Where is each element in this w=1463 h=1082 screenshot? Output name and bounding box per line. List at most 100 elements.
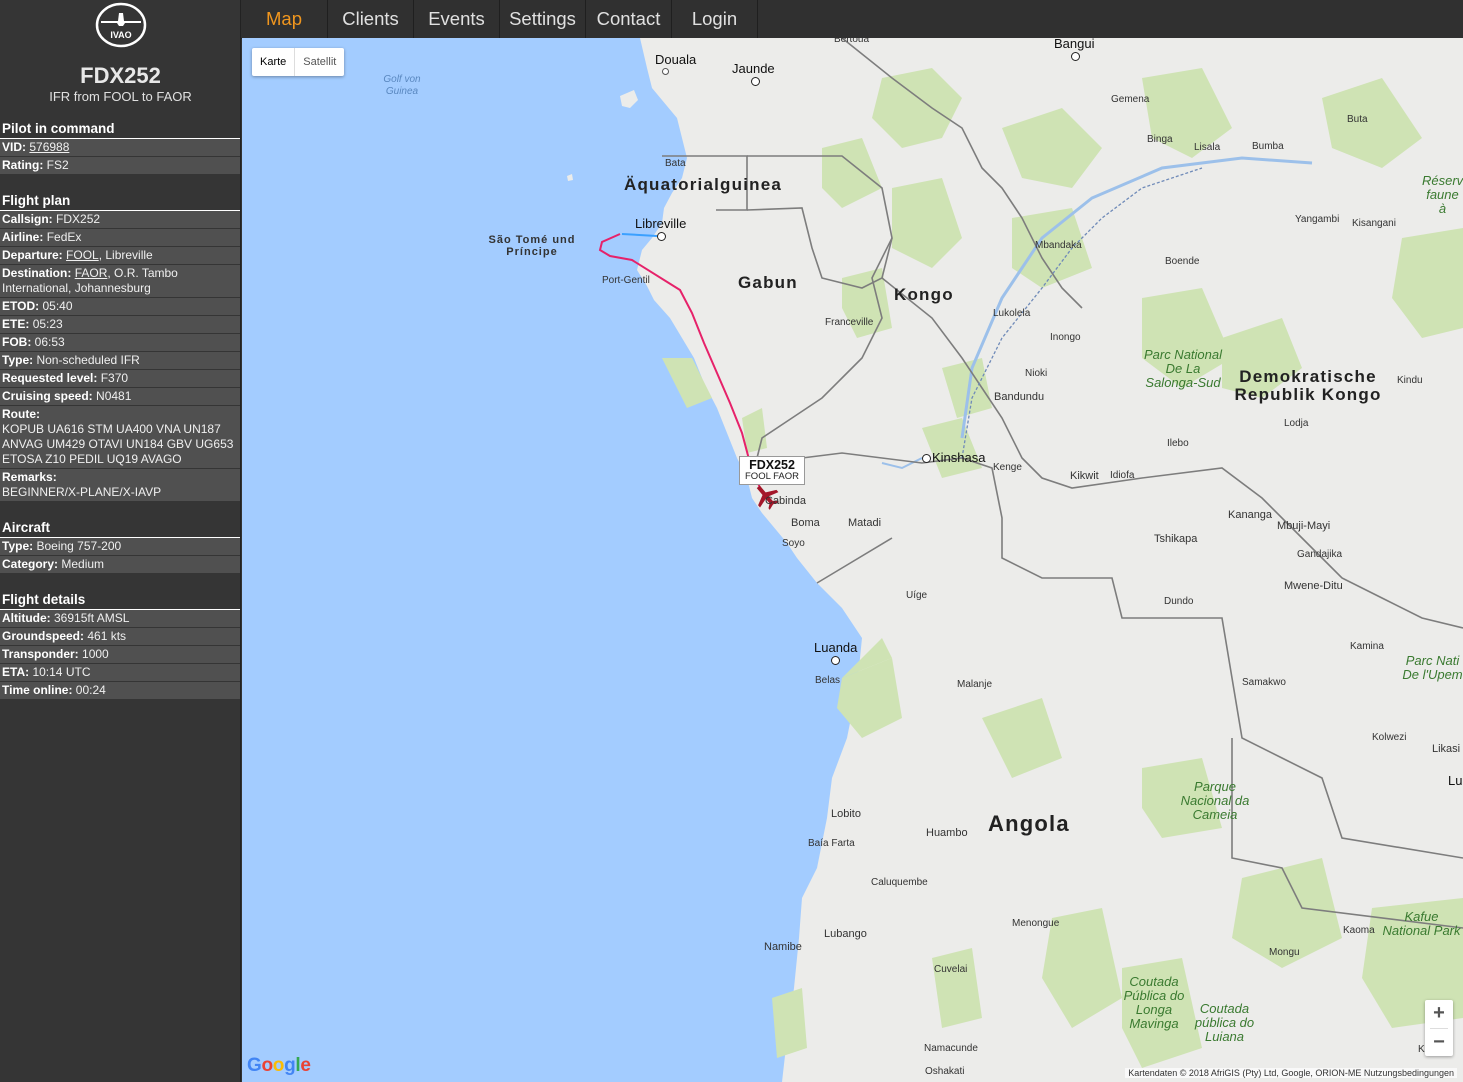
map-label: Gemena — [1111, 94, 1150, 105]
flight-subtitle: IFR from FOOL to FAOR — [49, 89, 192, 104]
tab-settings[interactable]: Settings — [500, 0, 586, 38]
map-canvas[interactable]: Karte Satellit Bertoua Bangui Douala Jau… — [242, 38, 1463, 1082]
fp-etod-row: ETOD: 05:40 — [0, 298, 240, 316]
map-type-toggle: Karte Satellit — [252, 48, 345, 76]
destination-link[interactable]: FAOR — [75, 266, 108, 280]
fp-speed-row: Cruising speed: N0481 — [0, 388, 240, 406]
transponder-row: Transponder: 1000 — [0, 646, 240, 664]
map-label: Mbandaka — [1035, 240, 1082, 251]
map-label: Bertoua — [834, 38, 870, 45]
map-label: Douala — [655, 52, 697, 67]
map-label: Bandundu — [994, 391, 1045, 403]
zoom-control: + − — [1425, 1000, 1453, 1056]
map-label: Kenge — [993, 462, 1022, 473]
section-heading: Flight details — [0, 591, 240, 610]
fp-airline-row: Airline: FedEx — [0, 229, 240, 247]
map-label: Boma — [791, 517, 820, 529]
fp-remarks-row: Remarks: BEGINNER/X-PLANE/X-IAVP — [0, 469, 240, 502]
country-label: Gabun — [738, 273, 798, 292]
map-label: Mwene-Ditu — [1284, 580, 1343, 592]
tab-contact[interactable]: Contact — [586, 0, 672, 38]
tab-login[interactable]: Login — [672, 0, 758, 38]
map-label: Buta — [1347, 114, 1368, 125]
map-label: Cuvelai — [934, 964, 968, 975]
zoom-out-button[interactable]: − — [1425, 1029, 1453, 1057]
svg-text:IVAO: IVAO — [110, 30, 131, 40]
map-label: Parc National De La Salonga-Sud — [1143, 347, 1223, 390]
tab-map[interactable]: Map — [241, 0, 328, 38]
map-label: Soyo — [782, 538, 805, 549]
country-label: Kongo — [894, 285, 954, 304]
map-label: Port-Gentil — [602, 275, 650, 286]
fp-departure-row: Departure: FOOL, Libreville — [0, 247, 240, 265]
map-label: Kafue National Park — [1382, 910, 1461, 938]
map-label: Malanje — [957, 679, 993, 690]
tab-events[interactable]: Events — [414, 0, 500, 38]
map-label: Kaoma — [1343, 925, 1375, 936]
groundspeed-row: Groundspeed: 461 kts — [0, 628, 240, 646]
flight-label[interactable]: FDX252 FOOL FAOR — [739, 456, 806, 485]
map-label: Lodja — [1284, 418, 1309, 429]
map-label: Réserv faune à — [1422, 174, 1463, 216]
map-attribution[interactable]: Kartendaten © 2018 AfriGIS (Pty) Ltd, Go… — [1125, 1068, 1457, 1078]
map-type-karte-button[interactable]: Karte — [252, 48, 294, 76]
zoom-in-button[interactable]: + — [1425, 1000, 1453, 1028]
map-label: Inongo — [1050, 332, 1081, 343]
map-label: Lu — [1448, 773, 1463, 788]
map-label: Lobito — [831, 808, 861, 820]
aircraft-section: Aircraft Type: Boeing 757-200 Category: … — [0, 519, 240, 574]
details-section: Flight details Altitude: 36915ft AMSL Gr… — [0, 591, 240, 700]
map-label: Namacunde — [924, 1043, 978, 1054]
map-label: Kinshasa — [932, 450, 986, 465]
fp-callsign-row: Callsign: FDX252 — [0, 211, 240, 229]
map-label: Golf von Guinea — [383, 74, 421, 97]
callsign-title: FDX252 — [80, 63, 161, 88]
map-label: Jaunde — [732, 61, 775, 76]
map-label: Parc Nati De l'Upem — [1402, 654, 1463, 682]
fp-ete-row: ETE: 05:23 — [0, 316, 240, 334]
vid-row: VID: 576988 — [0, 139, 240, 157]
map-type-satellite-button[interactable]: Satellit — [295, 48, 344, 76]
map-label: Yangambi — [1295, 214, 1340, 225]
map-label: Dundo — [1164, 596, 1194, 607]
fp-fob-row: FOB: 06:53 — [0, 334, 240, 352]
fp-type-row: Type: Non-scheduled IFR — [0, 352, 240, 370]
map-label: Idiofa — [1110, 470, 1135, 481]
map-label: K — [1418, 1044, 1425, 1055]
top-navbar: Map Clients Events Settings Contact Logi… — [241, 0, 1463, 39]
section-heading: Aircraft — [0, 519, 240, 538]
map-label: Lisala — [1194, 142, 1221, 153]
ivao-logo: IVAO — [95, 2, 147, 48]
map-label: Namibe — [764, 941, 802, 953]
fp-level-row: Requested level: F370 — [0, 370, 240, 388]
ac-type-row: Type: Boeing 757-200 — [0, 538, 240, 556]
map-label: Matadi — [848, 517, 882, 529]
map-label: Kolwezi — [1372, 732, 1407, 743]
map-label: Coutada pública do Luiana — [1194, 1001, 1255, 1044]
map-label: Bumba — [1252, 141, 1284, 152]
info-sidebar: IVAO FDX252 IFR from FOOL to FAOR Pilot … — [0, 0, 241, 1082]
map-label: Lukolela — [993, 308, 1031, 319]
flight-label-route: FOOL FAOR — [745, 471, 800, 482]
pilot-section: Pilot in command VID: 576988 Rating: FS2 — [0, 120, 240, 175]
map-label: Mongu — [1269, 947, 1300, 958]
map-label: Huambo — [926, 827, 968, 839]
flightplan-section: Flight plan Callsign: FDX252 Airline: Fe… — [0, 192, 240, 502]
map-label: Kikwit — [1070, 470, 1099, 482]
map-label: Mbuji-Mayi — [1277, 520, 1331, 532]
map-label: Ilebo — [1167, 438, 1189, 449]
departure-link[interactable]: FOOL — [66, 248, 99, 262]
online-row: Time online: 00:24 — [0, 682, 240, 700]
map-label: Tshikapa — [1154, 533, 1198, 545]
map-label: Kindu — [1397, 375, 1423, 386]
map-label: Kisangani — [1352, 218, 1396, 229]
country-label: São Tomé und Príncipe — [488, 234, 576, 258]
rating-row: Rating: FS2 — [0, 157, 240, 175]
tab-clients[interactable]: Clients — [328, 0, 414, 38]
vid-link[interactable]: 576988 — [29, 140, 69, 154]
country-label: Demokratische Republik Kongo — [1234, 367, 1382, 404]
map-graphic — [567, 38, 1463, 1082]
fp-destination-row: Destination: FAOR, O.R. Tambo Internatio… — [0, 265, 240, 298]
map-label: Gandajika — [1297, 549, 1343, 560]
map-label: Oshakati — [925, 1066, 965, 1077]
